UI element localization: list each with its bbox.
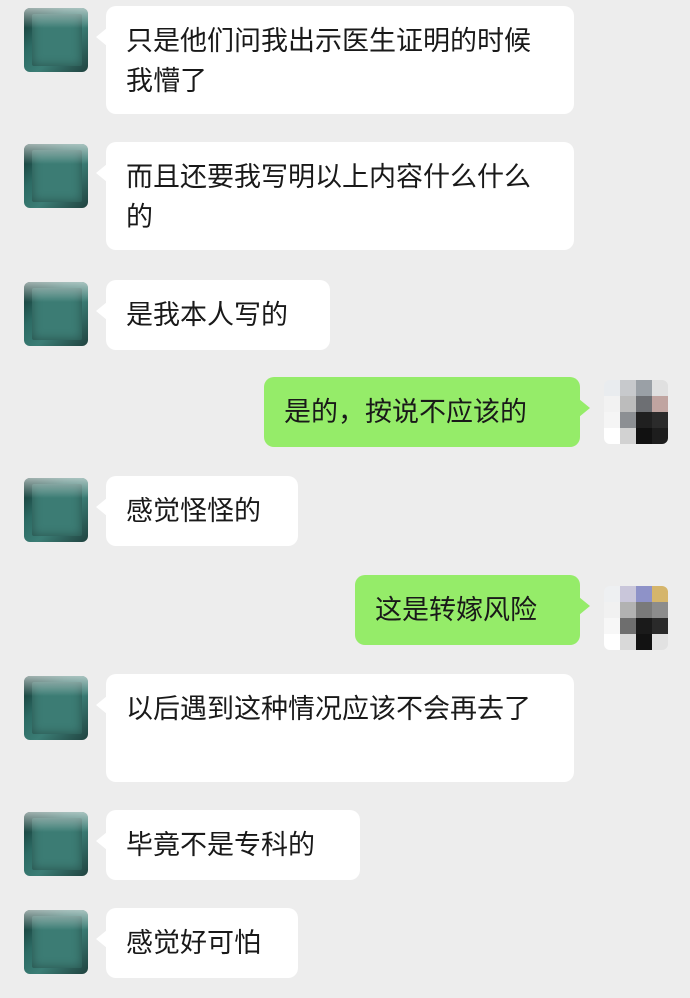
user-avatar-icon[interactable] <box>604 380 668 444</box>
message-bubble-incoming[interactable]: 是我本人写的 <box>96 280 330 350</box>
message-bubble-incoming[interactable]: 毕竟不是专科的 <box>96 810 360 880</box>
contact-avatar-icon[interactable] <box>24 144 88 208</box>
message-bubble-incoming[interactable]: 只是他们问我出示医生证明的时候我懵了 <box>96 6 574 114</box>
chat-message-list[interactable]: 只是他们问我出示医生证明的时候我懵了 而且还要我写明以上内容什么什么的 是我本人… <box>0 0 690 998</box>
contact-avatar-icon[interactable] <box>24 282 88 346</box>
message-bubble-incoming[interactable]: 感觉怪怪的 <box>96 476 298 546</box>
user-avatar-icon[interactable] <box>604 586 668 650</box>
message-bubble-incoming[interactable]: 以后遇到这种情况应该不会再去了 <box>96 674 574 782</box>
contact-avatar-icon[interactable] <box>24 478 88 542</box>
message-bubble-outgoing[interactable]: 这是转嫁风险 <box>355 575 590 645</box>
contact-avatar-icon[interactable] <box>24 812 88 876</box>
message-bubble-incoming[interactable]: 感觉好可怕 <box>96 908 298 978</box>
message-bubble-outgoing[interactable]: 是的，按说不应该的 <box>264 377 590 447</box>
contact-avatar-icon[interactable] <box>24 8 88 72</box>
message-bubble-incoming[interactable]: 而且还要我写明以上内容什么什么的 <box>96 142 574 250</box>
contact-avatar-icon[interactable] <box>24 676 88 740</box>
contact-avatar-icon[interactable] <box>24 910 88 974</box>
